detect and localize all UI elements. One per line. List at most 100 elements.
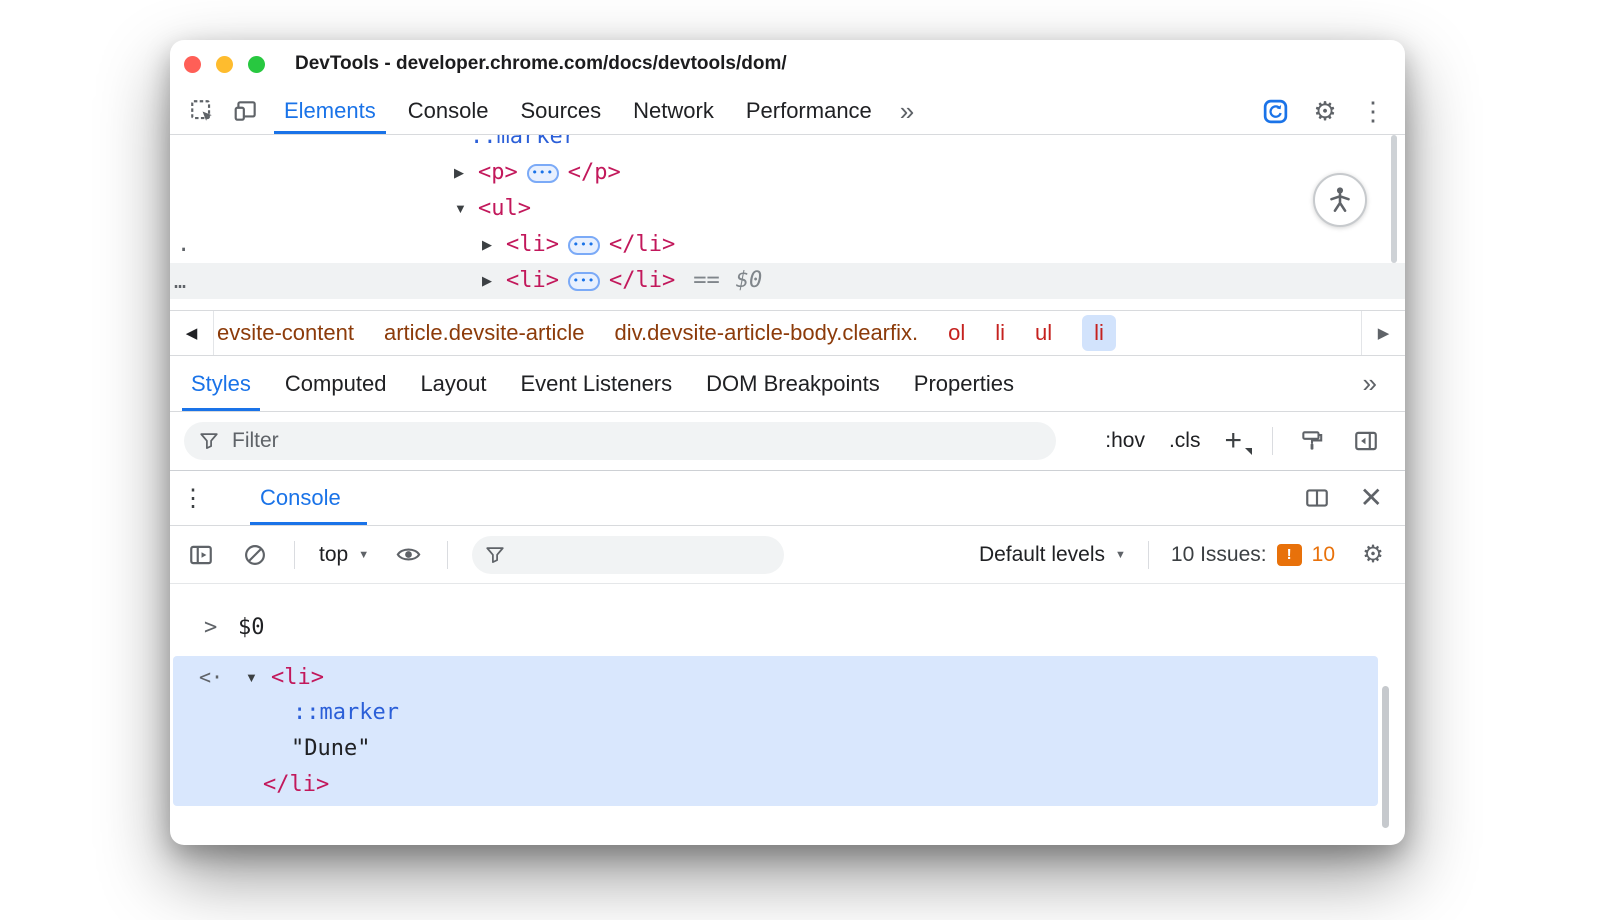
issues-counter[interactable]: 10 Issues: ! 10 <box>1171 543 1335 567</box>
issues-count: 10 <box>1312 543 1335 567</box>
breadcrumb-item[interactable]: article.devsite-article <box>384 320 585 346</box>
element-classes-button[interactable]: .cls <box>1169 429 1201 453</box>
tab-console[interactable]: Console <box>392 88 505 134</box>
tree-row-marker[interactable]: ::marker <box>170 135 1405 155</box>
prompt-chevron-icon: > <box>204 610 238 646</box>
console-filter-input[interactable] <box>516 543 772 566</box>
tab-dom-breakpoints[interactable]: DOM Breakpoints <box>689 356 897 411</box>
tab-event-listeners[interactable]: Event Listeners <box>504 356 690 411</box>
tree-row-li-selected[interactable]: ▶<li>•••</li>==$0 <box>170 263 1405 299</box>
tree-row-ul[interactable]: ▼<ul> <box>170 191 1405 227</box>
breadcrumb-item[interactable]: ul <box>1035 320 1052 346</box>
close-drawer-icon[interactable]: ✕ <box>1360 484 1383 512</box>
close-window-button[interactable] <box>184 56 201 73</box>
console-messages[interactable]: >$0 <·▼<li> ::marker "Dune" </li> <box>170 610 1405 845</box>
expanded-arrow-icon[interactable]: ▼ <box>454 191 478 227</box>
tab-computed[interactable]: Computed <box>268 356 404 411</box>
tab-properties[interactable]: Properties <box>897 356 1031 411</box>
result-text-row[interactable]: "Dune" <box>173 731 1378 767</box>
tab-sources[interactable]: Sources <box>504 88 617 134</box>
inline-ellipsis-icon[interactable]: ••• <box>568 272 600 291</box>
result-li-open-row[interactable]: <·▼<li> <box>173 659 1378 695</box>
elements-scrollbar[interactable] <box>1391 135 1397 263</box>
settings-gear-icon[interactable]: ⚙ <box>1305 91 1345 131</box>
returned-value-icon: <· <box>199 659 245 695</box>
inline-ellipsis-icon[interactable]: ••• <box>568 236 600 255</box>
zoom-window-button[interactable] <box>248 56 265 73</box>
divider <box>1148 541 1149 569</box>
console-scrollbar[interactable] <box>1382 686 1389 828</box>
paint-roller-icon[interactable] <box>1297 428 1327 454</box>
console-prompt[interactable]: >$0 <box>170 610 1405 646</box>
device-toolbar-icon[interactable] <box>224 88 268 134</box>
divider <box>447 541 448 569</box>
devtools-window: DevTools - developer.chrome.com/docs/dev… <box>170 40 1405 845</box>
dollar-zero-ref: $0 <box>736 268 763 293</box>
more-tabs-icon[interactable]: » <box>888 88 926 134</box>
minimize-window-button[interactable] <box>216 56 233 73</box>
result-marker-row[interactable]: ::marker <box>173 695 1378 731</box>
li-open-tag: <li> <box>271 665 324 690</box>
result-li-close-row[interactable]: </li> <box>173 767 1378 803</box>
breadcrumb-item[interactable]: div.devsite-article-body.clearfix. <box>614 320 918 346</box>
breadcrumb-item[interactable]: li <box>995 320 1005 346</box>
window-titlebar: DevTools - developer.chrome.com/docs/dev… <box>170 40 1405 88</box>
issues-label: 10 Issues: <box>1171 543 1267 567</box>
chevron-down-icon: ▼ <box>358 549 369 561</box>
collapsed-arrow-icon[interactable]: ▶ <box>482 263 506 299</box>
collapsed-arrow-icon[interactable]: ▶ <box>482 227 506 263</box>
console-context-selector[interactable]: top ▼ <box>319 543 369 567</box>
window-title: DevTools - developer.chrome.com/docs/dev… <box>295 53 787 75</box>
breadcrumb-item-selected[interactable]: li <box>1082 315 1116 351</box>
inline-ellipsis-icon[interactable]: ••• <box>527 164 559 183</box>
li-open-tag: <li> <box>506 232 559 257</box>
console-toolbar: top ▼ Default levels ▼ 10 Issues: ! 10 ⚙ <box>170 526 1405 584</box>
accessibility-icon[interactable] <box>1313 173 1367 227</box>
split-panel-icon[interactable] <box>1302 485 1332 511</box>
p-open-tag: <p> <box>478 160 518 185</box>
tree-row-li[interactable]: ▶<li> ••• </li> <box>170 227 1405 263</box>
expanded-arrow-icon[interactable]: ▼ <box>245 660 271 696</box>
kebab-menu-icon[interactable]: ⋮ <box>1353 91 1393 131</box>
tab-styles[interactable]: Styles <box>174 356 268 411</box>
breadcrumb-item[interactable]: evsite-content <box>217 320 354 346</box>
live-expression-eye-icon[interactable] <box>393 541 423 568</box>
equals-sign: == <box>693 268 720 293</box>
styles-filter-input[interactable]: Filter <box>184 422 1056 460</box>
styles-pane-tabs: Styles Computed Layout Event Listeners D… <box>170 356 1405 412</box>
devtools-main-toolbar: Elements Console Sources Network Perform… <box>170 88 1405 135</box>
dom-tree: ::marker ▶<p>•••</p> ▼<ul> ▶<li>•••</li>… <box>170 135 1405 299</box>
clear-console-icon[interactable] <box>240 542 270 568</box>
console-filter[interactable] <box>472 536 784 574</box>
console-sidebar-icon[interactable] <box>186 542 216 568</box>
elements-panel[interactable]: ::marker ▶<p>•••</p> ▼<ul> ▶<li>•••</li>… <box>170 135 1405 310</box>
li-close-tag: </li> <box>609 232 675 257</box>
tree-row-p[interactable]: ▶<p> ••• </p> <box>170 155 1405 191</box>
square-refresh-icon[interactable] <box>1253 98 1297 125</box>
clipped-node-text: . <box>177 227 190 263</box>
tab-elements[interactable]: Elements <box>268 88 392 134</box>
collapsed-arrow-icon[interactable]: ▶ <box>454 155 478 191</box>
console-settings-gear-icon[interactable]: ⚙ <box>1357 539 1389 571</box>
p-close-tag: </p> <box>568 160 621 185</box>
tab-performance[interactable]: Performance <box>730 88 888 134</box>
drawer-tab-console[interactable]: Console <box>250 471 351 525</box>
drawer-kebab-menu-icon[interactable]: ⋮ <box>170 471 216 525</box>
breadcrumb-item[interactable]: ol <box>948 320 965 346</box>
breadcrumb-back-icon[interactable]: ◀ <box>170 311 214 355</box>
levels-label: Default levels <box>979 543 1105 567</box>
new-style-rule-button[interactable]: + <box>1224 424 1248 458</box>
toggle-sidebar-icon[interactable] <box>1351 428 1381 454</box>
tab-network[interactable]: Network <box>617 88 730 134</box>
tab-layout[interactable]: Layout <box>403 356 503 411</box>
inspect-element-icon[interactable] <box>180 88 224 134</box>
filter-funnel-icon <box>198 430 220 452</box>
filter-funnel-icon <box>484 544 506 566</box>
more-panels-icon[interactable]: » <box>1335 356 1405 411</box>
console-result-highlighted[interactable]: <·▼<li> ::marker "Dune" </li> <box>173 656 1378 806</box>
toggle-element-state-button[interactable]: :hov <box>1105 429 1145 453</box>
log-levels-selector[interactable]: Default levels ▼ <box>979 543 1126 567</box>
breadcrumb-forward-icon[interactable]: ▶ <box>1361 311 1405 355</box>
clipped-node-ellipsis: … <box>174 263 187 299</box>
ul-open-tag: <ul> <box>478 196 531 221</box>
